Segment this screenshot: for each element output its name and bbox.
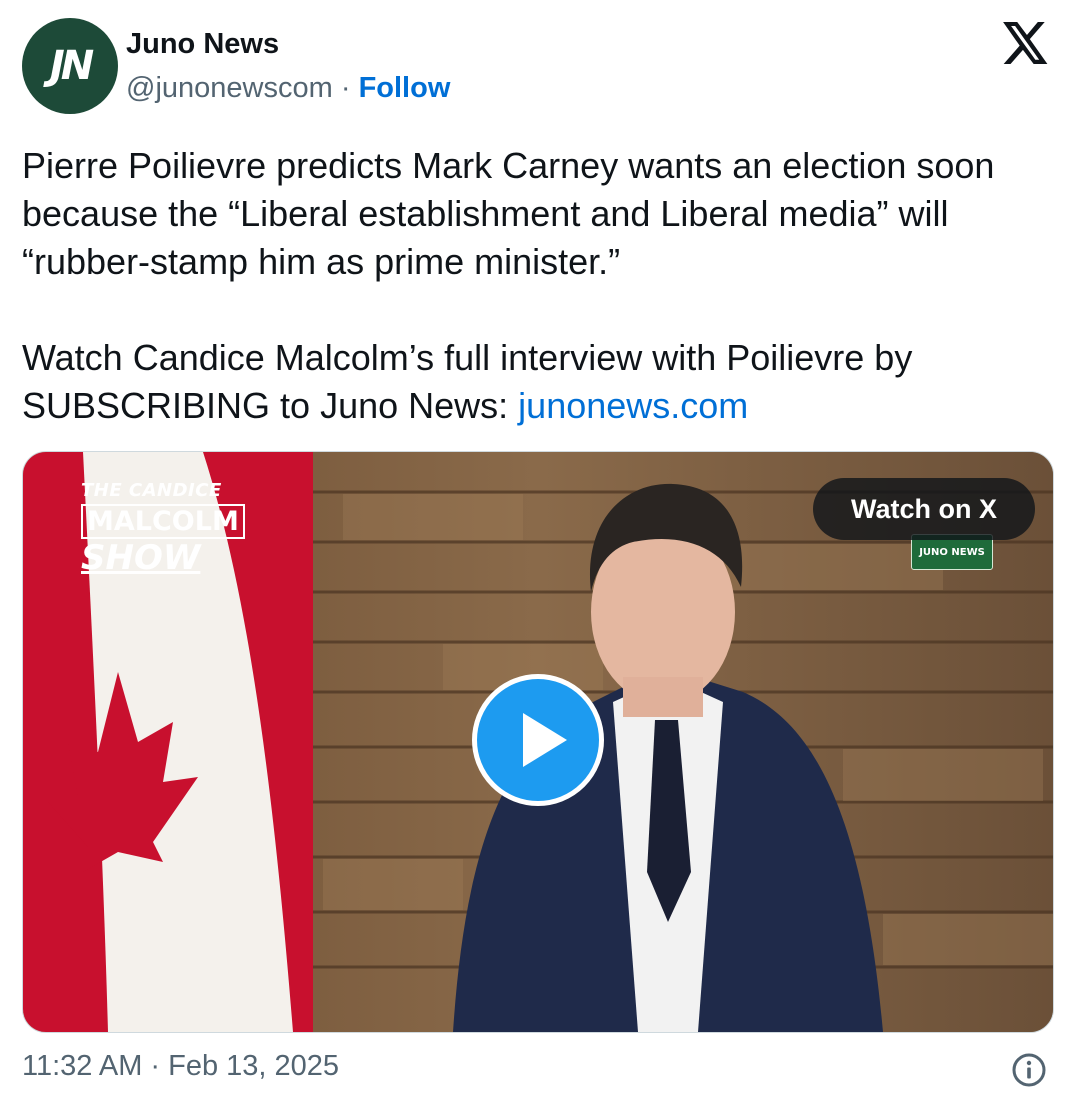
author-name[interactable]: Juno News [126,28,279,61]
tweet-paragraph-2-text: Watch Candice Malcolm’s full interview w… [22,337,913,426]
play-button[interactable] [472,674,604,806]
show-logo-line2: MALCOLM [81,504,245,539]
video-card[interactable]: THE CANDICE MALCOLM SHOW JUNO NEWS Watch… [22,451,1054,1033]
tweet-paragraph-2: Watch Candice Malcolm’s full interview w… [22,334,1032,430]
follow-button[interactable]: Follow [359,72,451,104]
separator: · [340,72,351,104]
tweet-text: Pierre Poilievre predicts Mark Carney wa… [22,142,1032,430]
show-logo-line1: THE CANDICE [81,480,222,501]
show-logo-line3: SHOW [81,538,201,578]
avatar-initials: JN [49,43,94,89]
tweet-paragraph-1: Pierre Poilievre predicts Mark Carney wa… [22,145,995,282]
tweet-timestamp[interactable]: 11:32 AM · Feb 13, 2025 [22,1050,339,1083]
show-logo: THE CANDICE MALCOLM SHOW [81,482,245,575]
author-handle[interactable]: @junonewscom [126,72,333,104]
tweet-link[interactable]: junonews.com [518,385,748,426]
watch-on-x-button[interactable]: Watch on X [813,478,1035,540]
x-logo-icon[interactable] [1003,22,1049,64]
info-icon[interactable] [1011,1052,1047,1088]
avatar[interactable]: JN [22,18,118,114]
handle-row: @junonewscom · Follow [126,72,450,105]
play-icon [523,713,567,767]
